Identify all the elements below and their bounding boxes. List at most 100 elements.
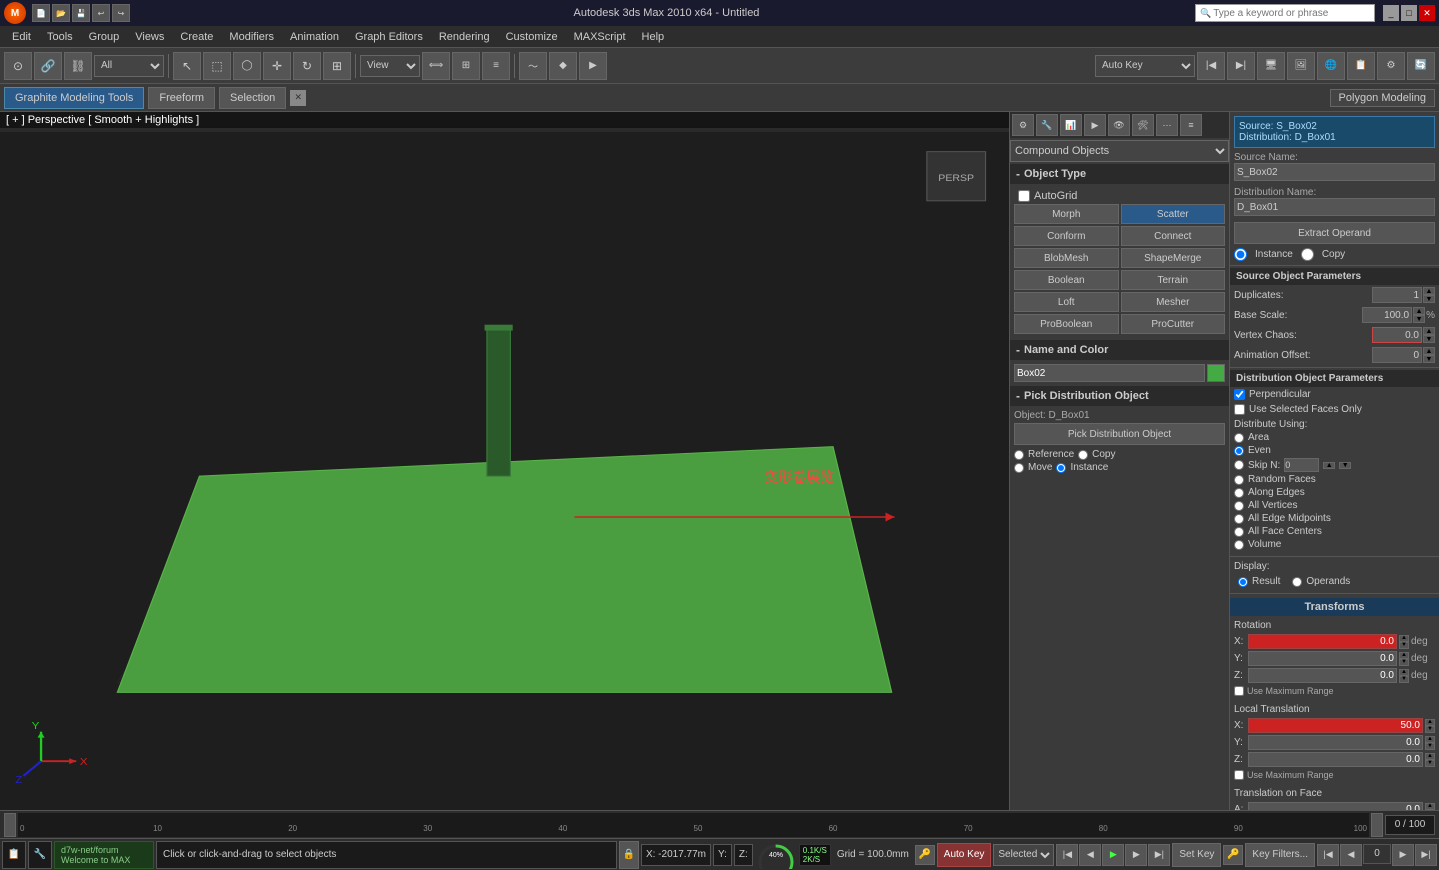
random-faces-radio[interactable] (1234, 475, 1244, 485)
menu-rendering[interactable]: Rendering (431, 29, 498, 45)
minimize-button[interactable]: _ (1383, 5, 1399, 21)
auto-key-button[interactable]: Auto Key (937, 843, 992, 867)
prev-frame-button[interactable]: ◀ (1079, 844, 1101, 866)
ltrans-z-up[interactable]: ▲ (1425, 753, 1435, 760)
rotate-icon[interactable]: ↻ (293, 52, 321, 80)
frame-input[interactable] (1363, 844, 1391, 864)
ltrans-z-down[interactable]: ▼ (1425, 760, 1435, 767)
object-type-header[interactable]: - Object Type (1010, 164, 1229, 184)
instance-extract-radio[interactable] (1234, 248, 1247, 261)
display-panel-icon[interactable]: 👁 (1108, 114, 1130, 136)
area-radio[interactable] (1234, 433, 1244, 443)
utilities-panel-icon[interactable]: 🛠 (1132, 114, 1154, 136)
vertex-chaos-down[interactable]: ▼ (1423, 335, 1435, 343)
key-filters-button[interactable]: Key Filters... (1245, 843, 1315, 867)
timeline-scroll-left[interactable] (4, 813, 16, 837)
skip-n-radio[interactable] (1234, 460, 1244, 470)
status-icon-1[interactable]: 📋 (2, 841, 26, 869)
maximize-button[interactable]: □ (1401, 5, 1417, 21)
playback-prev-icon[interactable]: |◀ (1197, 52, 1225, 80)
ltrans-use-max-checkbox[interactable] (1234, 770, 1244, 780)
redo-icon[interactable]: ↪ (112, 4, 130, 22)
autogrid-checkbox[interactable] (1018, 190, 1030, 202)
anim-offset-down[interactable]: ▼ (1423, 355, 1435, 363)
frame-dec-button[interactable]: ◀ (1340, 844, 1362, 866)
unlink-icon[interactable]: ⛓ (64, 52, 92, 80)
viewport[interactable]: [ + ] Perspective [ Smooth + Highlights … (0, 112, 1009, 810)
timeline-scroll-right[interactable] (1371, 813, 1383, 837)
menu-modifiers[interactable]: Modifiers (221, 29, 282, 45)
view-select[interactable]: View Screen World (360, 55, 420, 77)
render-setup-icon[interactable]: 🖥 (1257, 52, 1285, 80)
go-start-button[interactable]: |◀ (1056, 844, 1078, 866)
rot-z-up[interactable]: ▲ (1399, 669, 1409, 676)
pick-distribution-button[interactable]: Pick Distribution Object (1014, 423, 1225, 445)
timeline-track[interactable]: 0 10 20 30 40 50 60 70 80 90 100 (18, 813, 1369, 837)
select-icon[interactable]: ↖ (173, 52, 201, 80)
along-edges-radio[interactable] (1234, 488, 1244, 498)
face-a-input[interactable] (1248, 802, 1423, 810)
menu-graph-editors[interactable]: Graph Editors (347, 29, 431, 45)
extra-panel-icon[interactable]: ⋯ (1156, 114, 1178, 136)
move-radio[interactable] (1014, 463, 1024, 473)
selection-filter[interactable]: All Geometry Shapes (94, 55, 164, 77)
result-radio[interactable] (1238, 577, 1248, 587)
menu-edit[interactable]: Edit (4, 29, 39, 45)
modify-panel-icon[interactable]: 🔧 (1036, 114, 1058, 136)
rotation-x-input[interactable] (1248, 634, 1397, 649)
source-name-input[interactable] (1234, 163, 1435, 181)
rot-z-down[interactable]: ▼ (1399, 676, 1409, 683)
dist-params-header[interactable]: Distribution Object Parameters (1230, 370, 1439, 387)
all-vertices-radio[interactable] (1234, 501, 1244, 511)
frame-start-button[interactable]: |◀ (1317, 844, 1339, 866)
mesher-button[interactable]: Mesher (1121, 292, 1226, 312)
open-icon[interactable]: 📂 (52, 4, 70, 22)
menu-customize[interactable]: Customize (498, 29, 566, 45)
lock-icon[interactable]: 🔒 (619, 841, 639, 869)
render-msg-icon[interactable]: 📋 (1347, 52, 1375, 80)
scatter-button[interactable]: Scatter (1121, 204, 1226, 224)
proboolean-button[interactable]: ProBoolean (1014, 314, 1119, 334)
rot-x-down[interactable]: ▼ (1399, 642, 1409, 649)
link-icon[interactable]: 🔗 (34, 52, 62, 80)
mirror-icon[interactable]: ⟺ (422, 52, 450, 80)
skip-n-up[interactable]: ▲ (1323, 462, 1335, 469)
use-selected-faces-checkbox[interactable] (1234, 404, 1245, 415)
duplicates-input[interactable] (1372, 287, 1422, 303)
set-key-button[interactable]: Set Key (1172, 843, 1221, 867)
vertex-chaos-input[interactable] (1372, 327, 1422, 343)
frame-inc-button[interactable]: ▶ (1392, 844, 1414, 866)
align-icon[interactable]: ⊞ (452, 52, 480, 80)
terrain-button[interactable]: Terrain (1121, 270, 1226, 290)
duplicates-up[interactable]: ▲ (1423, 287, 1435, 295)
create-panel-icon[interactable]: ⚙ (1012, 114, 1034, 136)
go-end-button[interactable]: ▶| (1148, 844, 1170, 866)
copy-radio[interactable] (1078, 450, 1088, 460)
search-input[interactable] (1213, 8, 1363, 19)
skip-n-down[interactable]: ▼ (1339, 462, 1351, 469)
reference-radio[interactable] (1014, 450, 1024, 460)
morph-button[interactable]: Morph (1014, 204, 1119, 224)
menu-views[interactable]: Views (127, 29, 172, 45)
copy-extract-radio[interactable] (1301, 248, 1314, 261)
undo-icon[interactable]: ↩ (92, 4, 110, 22)
menu-help[interactable]: Help (634, 29, 673, 45)
extra2-icon[interactable]: 🔄 (1407, 52, 1435, 80)
menu-maxscript[interactable]: MAXScript (566, 29, 634, 45)
vertex-chaos-up[interactable]: ▲ (1423, 327, 1435, 335)
move-icon[interactable]: ✛ (263, 52, 291, 80)
menu-animation[interactable]: Animation (282, 29, 347, 45)
select-obj-icon[interactable]: ⊙ (4, 52, 32, 80)
connect-button[interactable]: Connect (1121, 226, 1226, 246)
ltrans-y-down[interactable]: ▼ (1425, 743, 1435, 750)
blobmesh-button[interactable]: BlobMesh (1014, 248, 1119, 268)
tab-graphite[interactable]: Graphite Modeling Tools (4, 87, 144, 109)
pick-dist-header[interactable]: - Pick Distribution Object (1010, 386, 1229, 406)
env-effects-icon[interactable]: 🌐 (1317, 52, 1345, 80)
select-region-icon[interactable]: ⬚ (203, 52, 231, 80)
material-icon[interactable]: ◆ (549, 52, 577, 80)
conform-button[interactable]: Conform (1014, 226, 1119, 246)
save-icon[interactable]: 💾 (72, 4, 90, 22)
motion-panel-icon[interactable]: ▶ (1084, 114, 1106, 136)
base-scale-input[interactable] (1362, 307, 1412, 323)
